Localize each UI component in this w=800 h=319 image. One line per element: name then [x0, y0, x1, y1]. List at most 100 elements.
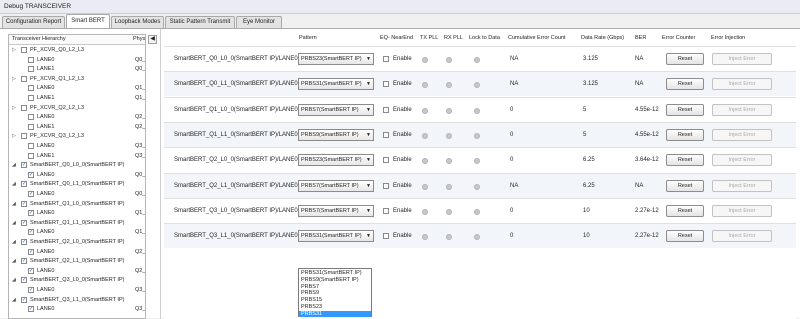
tree-item[interactable]: ✓ LANE0 Q1_	[9, 209, 145, 218]
tree-item-checkbox[interactable]: ✓	[28, 248, 34, 255]
expand-arrow-icon[interactable]: ◢	[12, 258, 16, 264]
reset-button[interactable]: Reset	[666, 154, 704, 167]
expand-arrow-icon[interactable]: ◢	[12, 201, 16, 207]
dropdown-option[interactable]: PRBS23	[299, 304, 371, 310]
eq-nearend-checkbox[interactable]	[383, 233, 389, 240]
tree-item[interactable]: LANE0 Q3_	[9, 142, 145, 151]
inject-error-button[interactable]: Inject Error	[712, 128, 772, 141]
dropdown-option[interactable]: PRBS15	[299, 297, 371, 303]
pattern-select[interactable]: PRBS31(SmartBERT IP) ▼	[298, 230, 374, 243]
pattern-select[interactable]: PRBS7(SmartBERT IP) ▼	[298, 103, 374, 116]
dropdown-option[interactable]: PRBS31(SmartBERT IP)	[299, 270, 371, 276]
eq-nearend-checkbox[interactable]	[383, 81, 389, 88]
inject-error-button[interactable]: Inject Error	[712, 204, 772, 217]
panel-divider[interactable]	[160, 29, 161, 319]
tree-item-checkbox[interactable]	[28, 85, 34, 92]
collapse-arrow-icon[interactable]: ▷	[12, 76, 16, 82]
tab-smart-bert[interactable]: Smart BERT	[66, 14, 110, 28]
tree-item-checkbox[interactable]	[28, 123, 34, 130]
reset-button[interactable]: Reset	[666, 128, 704, 141]
tree-item[interactable]: LANE0 Q1_	[9, 84, 145, 93]
tree-item[interactable]: ✓ LANE0 Q2_	[9, 248, 145, 257]
collapse-arrow-icon[interactable]: ▷	[12, 47, 16, 53]
pattern-select[interactable]: PRBS9(SmartBERT IP) ▼	[298, 128, 374, 141]
tree-item-checkbox[interactable]: ✓	[21, 162, 27, 169]
tree-item-checkbox[interactable]: ✓	[28, 171, 34, 178]
tab-eye-monitor[interactable]: Eye Monitor	[236, 16, 282, 28]
inject-error-button[interactable]: Inject Error	[712, 179, 772, 192]
pattern-select[interactable]: PRBS23(SmartBERT IP) ▼	[298, 154, 374, 167]
tree-item[interactable]: ✓ LANE0 Q3_	[9, 286, 145, 295]
tree-item-checkbox[interactable]: ✓	[21, 258, 27, 265]
tree-item[interactable]: ✓ LANE0 Q0_	[9, 190, 145, 199]
pattern-select[interactable]: PRBS7(SmartBERT IP) ▼	[298, 179, 374, 192]
inject-error-button[interactable]: Inject Error	[712, 78, 772, 91]
tree-item[interactable]: ✓ LANE0 Q1_	[9, 228, 145, 237]
tree-item-checkbox[interactable]	[28, 66, 34, 73]
tree-item[interactable]: ▷ PF_XCVR_Q3_L2_L3	[9, 132, 145, 141]
tree-item[interactable]: ◢ ✓ SmartBERT_Q3_L1_0(SmartBERT IP)	[9, 296, 145, 305]
tree-item[interactable]: ◢ ✓ SmartBERT_Q1_L0_0(SmartBERT IP)	[9, 200, 145, 209]
tree-item[interactable]: ▷ PF_XCVR_Q1_L2_L3	[9, 75, 145, 84]
tree-item-checkbox[interactable]: ✓	[28, 306, 34, 313]
eq-nearend-checkbox[interactable]	[383, 157, 389, 164]
inject-error-button[interactable]: Inject Error	[712, 53, 772, 65]
tree-item-checkbox[interactable]	[21, 75, 27, 82]
expand-arrow-icon[interactable]: ◢	[12, 297, 16, 303]
reset-button[interactable]: Reset	[666, 103, 704, 116]
eq-nearend-checkbox[interactable]	[383, 182, 389, 189]
tree-item-checkbox[interactable]: ✓	[28, 287, 34, 293]
tree-item[interactable]: LANE1 Q1_	[9, 94, 145, 103]
expand-arrow-icon[interactable]: ◢	[12, 277, 16, 283]
tree-item[interactable]: ◢ ✓ SmartBERT_Q3_L0_0(SmartBERT IP)	[9, 276, 145, 285]
expand-arrow-icon[interactable]: ◢	[12, 239, 16, 245]
inject-error-button[interactable]: Inject Error	[712, 154, 772, 167]
tree-item[interactable]: ▷ PF_XCVR_Q0_L2_L3	[9, 46, 145, 55]
tree-item-checkbox[interactable]: ✓	[21, 200, 27, 207]
dropdown-option[interactable]: PRBS31	[299, 310, 371, 317]
eq-nearend-checkbox[interactable]	[383, 56, 389, 62]
tree-item-checkbox[interactable]: ✓	[21, 219, 27, 226]
eq-nearend-checkbox[interactable]	[383, 131, 389, 138]
tree-item-checkbox[interactable]	[21, 104, 27, 111]
tree-item-checkbox[interactable]: ✓	[28, 267, 34, 274]
tree-item-checkbox[interactable]	[21, 133, 27, 140]
reset-button[interactable]: Reset	[666, 78, 704, 91]
reset-button[interactable]: Reset	[666, 204, 704, 217]
tree-item[interactable]: ✓ LANE0 Q2_	[9, 267, 145, 276]
tree-item-checkbox[interactable]	[28, 114, 34, 121]
pattern-select[interactable]: PRBS31(SmartBERT IP) ▼	[298, 78, 374, 91]
dropdown-option[interactable]: PRBS9	[299, 290, 371, 296]
dropdown-option[interactable]: PRBS7	[299, 284, 371, 290]
tree-item-checkbox[interactable]: ✓	[28, 229, 34, 236]
tree-item-checkbox[interactable]: ✓	[21, 181, 27, 188]
tree-item-checkbox[interactable]: ✓	[21, 296, 27, 303]
dropdown-option[interactable]: PRBS9(SmartBERT IP)	[299, 277, 371, 283]
tree-item[interactable]: ◢ ✓ SmartBERT_Q2_L0_0(SmartBERT IP)	[9, 238, 145, 247]
tree-item-checkbox[interactable]: ✓	[28, 210, 34, 217]
tree-item[interactable]: LANE1 Q3_	[9, 152, 145, 161]
tab-configuration-report[interactable]: Configuration Report	[2, 16, 65, 28]
reset-button[interactable]: Reset	[666, 53, 704, 65]
collapse-arrow-icon[interactable]: ▷	[12, 105, 16, 111]
tree-item[interactable]: ◢ ✓ SmartBERT_Q0_L0_0(SmartBERT IP)	[9, 161, 145, 170]
tree-item[interactable]: LANE1 Q0_	[9, 65, 145, 74]
eq-nearend-checkbox[interactable]	[383, 106, 389, 113]
eq-nearend-checkbox[interactable]	[383, 207, 389, 214]
expand-arrow-icon[interactable]: ◢	[12, 220, 16, 226]
tree-item[interactable]: LANE1 Q2_	[9, 123, 145, 132]
inject-error-button[interactable]: Inject Error	[712, 230, 772, 243]
tree-item-checkbox[interactable]: ✓	[21, 239, 27, 245]
tree-item-checkbox[interactable]: ✓	[21, 277, 27, 284]
tab-static-pattern-transmit[interactable]: Static Pattern Transmit	[165, 16, 235, 28]
tree-item[interactable]: ◢ ✓ SmartBERT_Q1_L1_0(SmartBERT IP)	[9, 219, 145, 228]
tab-loopback-modes[interactable]: Loopback Modes	[111, 16, 164, 28]
tree-item[interactable]: LANE0 Q0_	[9, 56, 145, 65]
expand-arrow-icon[interactable]: ◢	[12, 162, 16, 168]
tree-item[interactable]: ✓ LANE0 Q3_	[9, 305, 145, 314]
tree-item[interactable]: ▷ PF_XCVR_Q2_L2_L3	[9, 104, 145, 113]
tree-item[interactable]: ◢ ✓ SmartBERT_Q2_L1_0(SmartBERT IP)	[9, 257, 145, 266]
tree-item[interactable]: ◢ ✓ SmartBERT_Q0_L1_0(SmartBERT IP)	[9, 180, 145, 189]
collapse-panel-button[interactable]: ◀	[148, 35, 157, 44]
pattern-select[interactable]: PRBS7(SmartBERT IP) ▼	[298, 204, 374, 217]
